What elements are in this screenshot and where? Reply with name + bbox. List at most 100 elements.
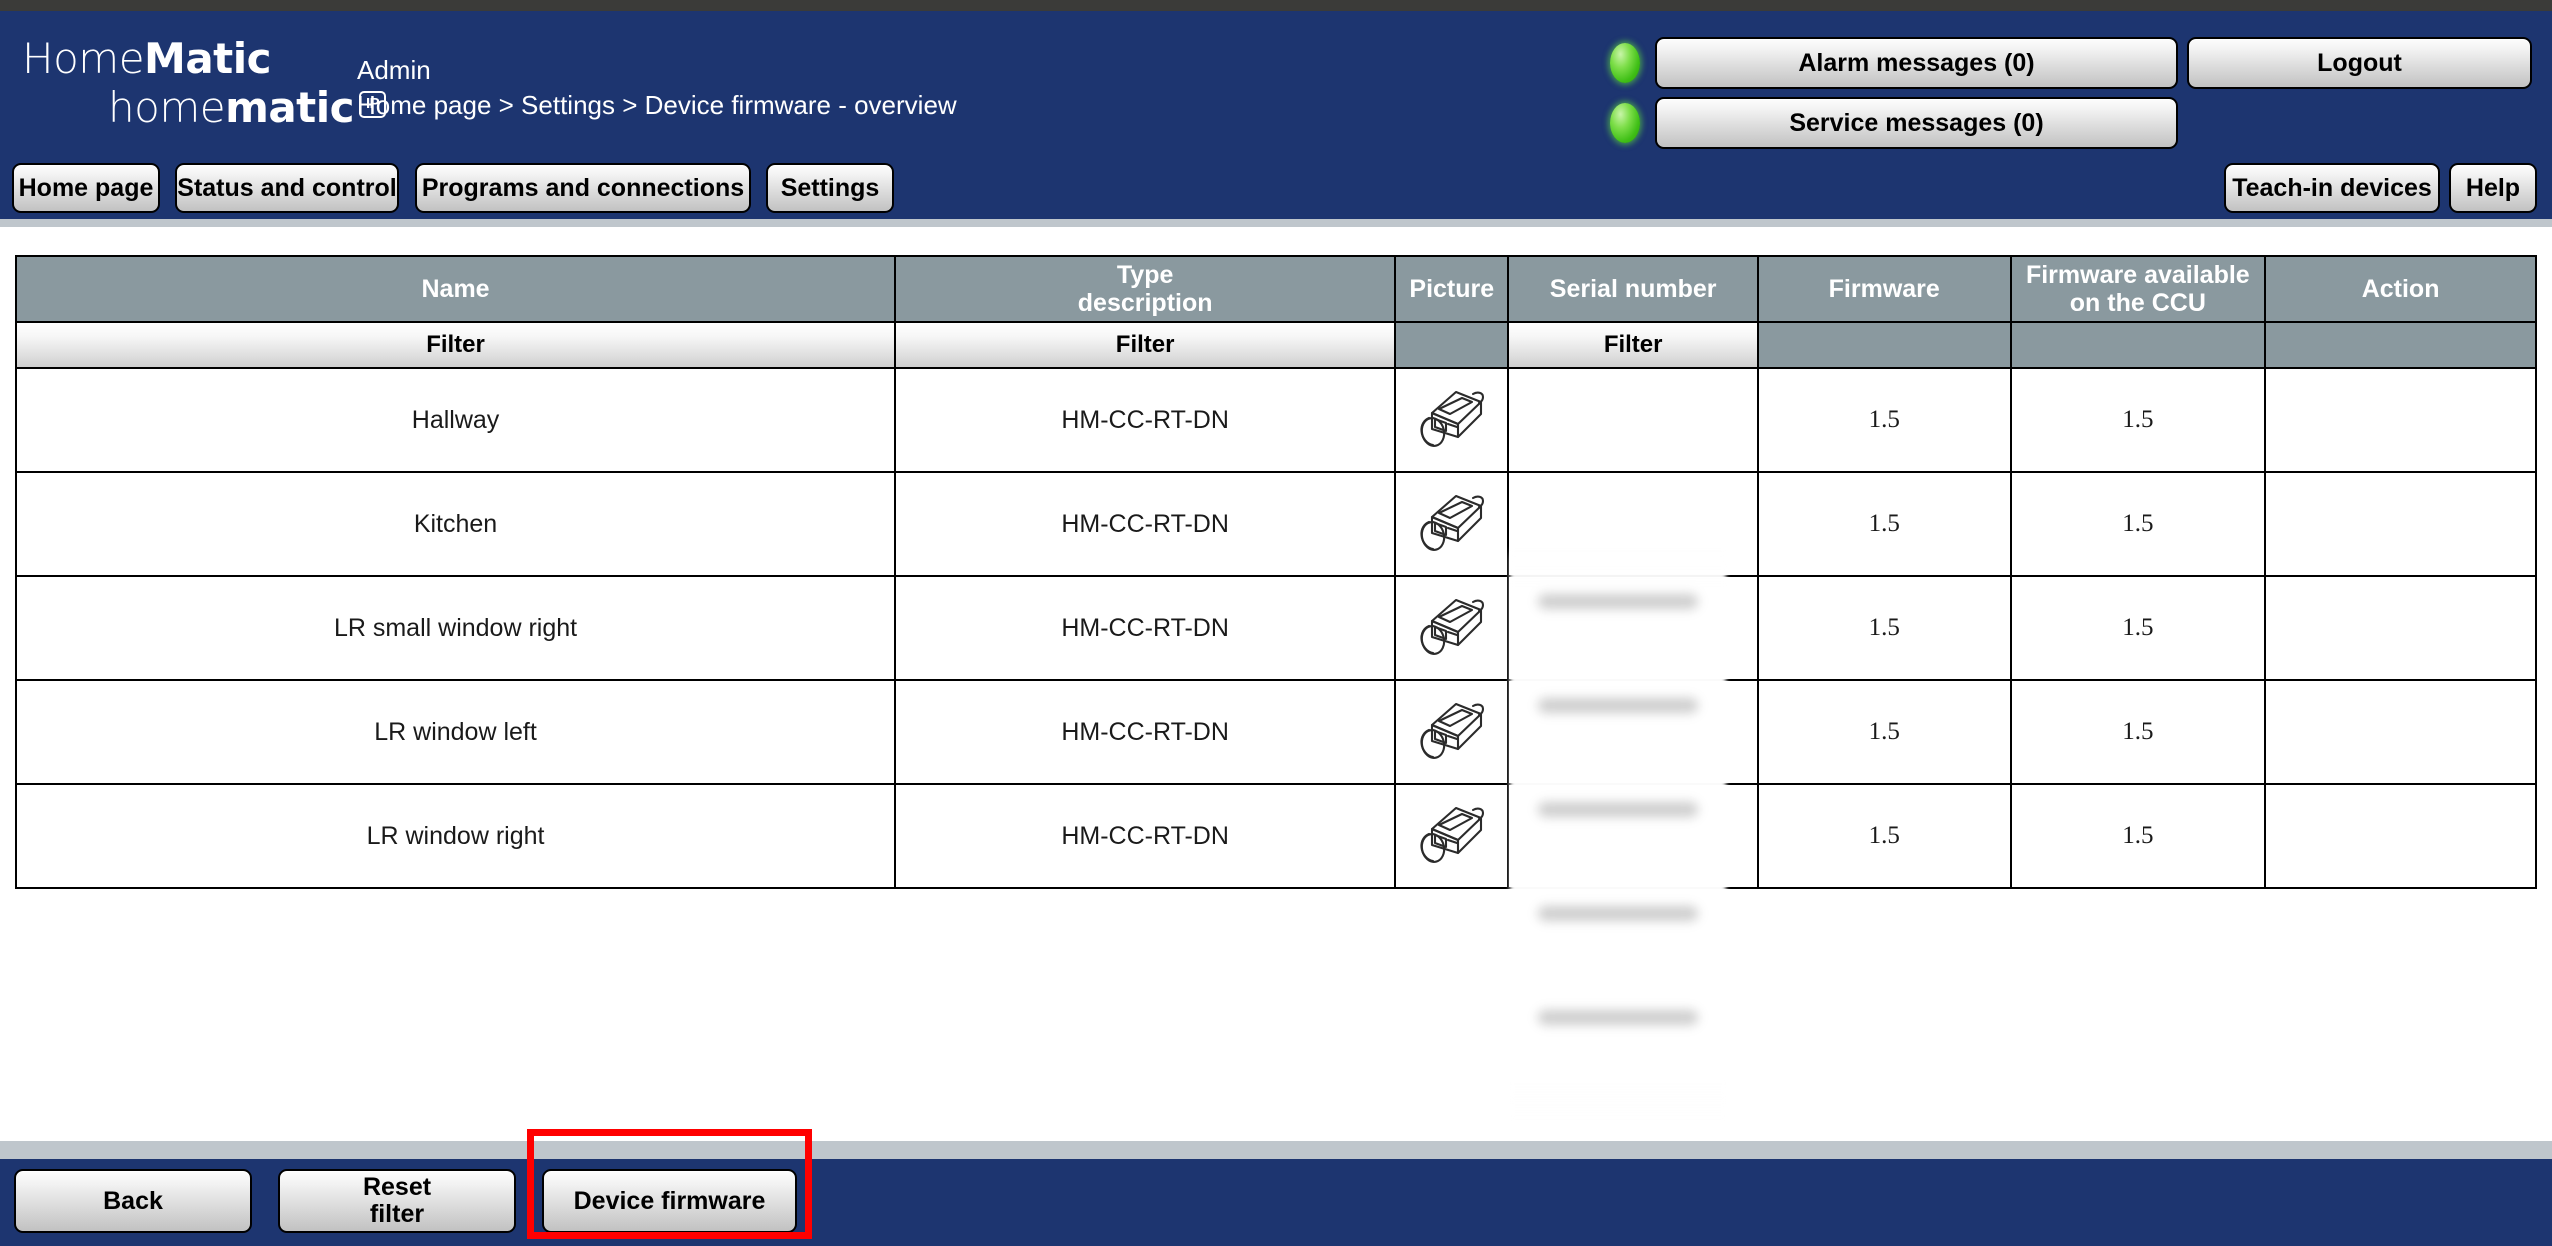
breadcrumb: Home page > Settings > Device firmware -…: [357, 90, 957, 120]
filter-cell-firmware: [1756, 321, 2012, 369]
footer-divider: [0, 1141, 2552, 1159]
filter-name-button[interactable]: Filter: [17, 323, 895, 367]
cell-serial-number: [1507, 471, 1759, 577]
cell-name: LR window right: [14, 783, 897, 889]
cell-serial-number: [1507, 575, 1759, 681]
logo-line-homematic-ip: homematic IP: [22, 87, 387, 129]
filter-cell-action: [2264, 321, 2537, 369]
cell-firmware-available: 1.5: [2009, 471, 2267, 577]
cell-serial-number: [1507, 679, 1759, 785]
nav-status-and-control-button[interactable]: Status and control: [175, 163, 399, 213]
device-firmware-version: 1.5: [1868, 718, 1900, 745]
table-header-row: Name Type description Picture Serial num…: [14, 255, 2537, 323]
filter-cell-firmware-available: [2009, 321, 2267, 369]
cell-firmware: 1.5: [1756, 367, 2012, 473]
radiator-thermostat-icon: [1420, 598, 1484, 655]
cell-type-description: HM-CC-RT-DN: [894, 367, 1397, 473]
column-header-firmware-label: Firmware: [1828, 275, 1940, 303]
alarm-messages-button[interactable]: Alarm messages (0): [1655, 37, 2178, 89]
filter-cell-picture: [1394, 321, 1510, 369]
device-name: LR small window right: [333, 613, 578, 642]
device-firmware-available: 1.5: [2122, 822, 2154, 849]
teach-in-devices-button[interactable]: Teach-in devices: [2224, 163, 2440, 213]
table-header: Name Type description Picture Serial num…: [14, 255, 2537, 369]
cell-picture: [1394, 575, 1510, 681]
table-row: LR window left HM-CC-RT-DN 1.5 1.5: [14, 679, 2537, 785]
column-header-type-label: Type: [1116, 261, 1174, 289]
column-header-serial-label: Serial number: [1549, 275, 1717, 303]
reset-filter-line1: Reset: [362, 1173, 432, 1201]
table-row: Kitchen HM-CC-RT-DN 1.5 1.5: [14, 471, 2537, 577]
device-firmware-available: 1.5: [2122, 406, 2154, 433]
nav-home-page-button[interactable]: Home page: [12, 163, 160, 213]
reset-filter-line2: filter: [369, 1200, 425, 1228]
column-header-firmware-available: Firmware available on the CCU: [2009, 255, 2267, 323]
cell-picture: [1394, 679, 1510, 785]
logout-button[interactable]: Logout: [2187, 37, 2532, 89]
device-type: HM-CC-RT-DN: [1061, 509, 1229, 538]
device-type: HM-CC-RT-DN: [1061, 613, 1229, 642]
service-status-led-icon: [1610, 103, 1640, 143]
column-header-action-label: Action: [2361, 275, 2440, 303]
current-user-label: Admin: [357, 55, 431, 85]
nav-settings-button[interactable]: Settings: [766, 163, 894, 213]
back-button[interactable]: Back: [14, 1169, 252, 1233]
filter-cell-type: Filter: [894, 321, 1397, 369]
cell-action: [2264, 471, 2537, 577]
device-picture: [1404, 588, 1499, 669]
cell-firmware-available: 1.5: [2009, 367, 2267, 473]
logo-matic-text: Matic: [144, 34, 272, 83]
column-header-firmware: Firmware: [1756, 255, 2012, 323]
column-header-action: Action: [2264, 255, 2537, 323]
cell-name: Hallway: [14, 367, 897, 473]
logo-home-text: Home: [22, 34, 145, 83]
cell-firmware: 1.5: [1756, 575, 2012, 681]
device-type: HM-CC-RT-DN: [1061, 717, 1229, 746]
logo-matic-text-lower: matic: [225, 83, 355, 132]
device-firmware-available: 1.5: [2122, 614, 2154, 641]
device-firmware-version: 1.5: [1868, 406, 1900, 433]
device-firmware-version: 1.5: [1868, 822, 1900, 849]
column-header-name: Name: [14, 255, 897, 323]
page-root: HomeMatic homematic IP Admin Home page > …: [0, 0, 2552, 1246]
table-row: LR small window right HM-CC-RT-DN 1.5 1.5: [14, 575, 2537, 681]
device-picture: [1404, 484, 1499, 565]
help-button[interactable]: Help: [2449, 163, 2537, 213]
browser-chrome-strip: [0, 0, 2552, 11]
filter-cell-serial: Filter: [1507, 321, 1759, 369]
cell-picture: [1394, 471, 1510, 577]
cell-action: [2264, 575, 2537, 681]
cell-firmware-available: 1.5: [2009, 783, 2267, 889]
main-content: Name Type description Picture Serial num…: [0, 219, 2552, 1141]
cell-type-description: HM-CC-RT-DN: [894, 783, 1397, 889]
filter-type-button[interactable]: Filter: [896, 323, 1395, 367]
reset-filter-button[interactable]: Reset filter: [278, 1169, 516, 1233]
device-firmware-button[interactable]: Device firmware: [542, 1169, 797, 1233]
column-header-firmware-available-label: Firmware available: [2025, 261, 2250, 289]
service-messages-button[interactable]: Service messages (0): [1655, 97, 2178, 149]
cell-serial-number: [1507, 783, 1759, 889]
column-header-firmware-available-label2: on the CCU: [2069, 289, 2206, 317]
device-picture: [1404, 796, 1499, 877]
radiator-thermostat-icon: [1420, 806, 1484, 863]
device-firmware-available: 1.5: [2122, 718, 2154, 745]
device-picture: [1404, 380, 1499, 461]
table-row: LR window right HM-CC-RT-DN 1.5 1.5: [14, 783, 2537, 889]
device-name: Kitchen: [413, 509, 498, 538]
alarm-status-led-icon: [1610, 43, 1640, 83]
cell-name: LR window left: [14, 679, 897, 785]
cell-firmware: 1.5: [1756, 679, 2012, 785]
device-firmware-version: 1.5: [1868, 510, 1900, 537]
cell-action: [2264, 783, 2537, 889]
cell-type-description: HM-CC-RT-DN: [894, 679, 1397, 785]
cell-firmware: 1.5: [1756, 783, 2012, 889]
filter-cell-name: Filter: [14, 321, 897, 369]
device-name: LR window right: [366, 821, 545, 850]
filter-serial-button[interactable]: Filter: [1509, 323, 1757, 367]
nav-programs-and-connections-button[interactable]: Programs and connections: [415, 163, 751, 213]
radiator-thermostat-icon: [1420, 390, 1484, 447]
cell-action: [2264, 679, 2537, 785]
cell-firmware-available: 1.5: [2009, 679, 2267, 785]
cell-serial-number: [1507, 367, 1759, 473]
radiator-thermostat-icon: [1420, 702, 1484, 759]
